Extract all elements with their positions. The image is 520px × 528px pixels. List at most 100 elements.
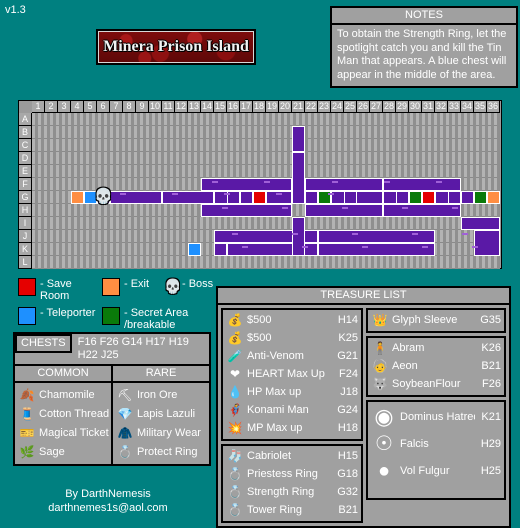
map-room[interactable]: [461, 191, 474, 204]
map-col-11: 11: [162, 101, 175, 113]
table-row: ❤ HEART Max Up F24: [223, 365, 361, 383]
table-row: ◉ Dominus Hatred K21: [368, 403, 504, 430]
map-room[interactable]: [383, 204, 461, 217]
item-name: Lapis Lazuli: [137, 407, 196, 420]
money-bag-icon: 💰: [227, 312, 243, 327]
map-room[interactable]: [71, 191, 84, 204]
treasure-location: K26: [481, 342, 501, 354]
map-room[interactable]: [448, 191, 461, 204]
page-title: Minera Prison Island: [103, 38, 249, 55]
heart-max-icon: ❤: [229, 366, 241, 381]
map-room-marker: [232, 233, 238, 235]
treasure-right-column: 👑 Glyph Sleeve G35 🧍 Abram K26 🧓 Aeon B21 🐺 Soy…: [366, 308, 506, 523]
cabriolet-icon: 🧦: [227, 448, 243, 463]
map-room[interactable]: [201, 204, 292, 217]
map-col-26: 26: [357, 101, 370, 113]
item-name: Chamomile: [39, 388, 95, 401]
map-panel[interactable]: 1 2 3 4 5 6 7 8 9 10 11 12 13 14 15 16 17 18 19 20 21 22 23 24 2…: [18, 100, 502, 269]
treasure-name: Aeon: [392, 360, 418, 372]
treasure-name: Anti-Venom: [247, 350, 304, 362]
map-room-marker: [224, 193, 230, 195]
map-room-marker: [120, 193, 126, 195]
map-grid[interactable]: 💀: [32, 113, 500, 269]
money-bag-icon: 💰: [227, 330, 243, 345]
map-room[interactable]: [383, 178, 461, 191]
treasure-location: J18: [340, 386, 358, 398]
common-drop-list: 🍂 Chamomile 🧵 Cotton Thread 🎫 Magical Ticke…: [15, 383, 113, 464]
treasure-group: 👑 Glyph Sleeve G35: [366, 308, 506, 333]
map-room-marker: [452, 207, 458, 209]
map-row-L: L: [19, 256, 32, 269]
treasure-name: Abram: [392, 342, 425, 354]
map-col-29: 29: [396, 101, 409, 113]
map-col-1: 1: [32, 101, 45, 113]
falcis-icon: ☉: [375, 432, 393, 455]
map-room[interactable]: [318, 230, 435, 243]
map-room[interactable]: [487, 191, 500, 204]
map-room[interactable]: [409, 191, 422, 204]
notes-panel: NOTES To obtain the Strength Ring, let t…: [330, 6, 518, 88]
legend-item-boss: 💀 - Boss: [164, 278, 213, 294]
map-room[interactable]: [188, 243, 201, 256]
map-room-marker: [462, 233, 468, 235]
map-room[interactable]: [344, 191, 357, 204]
map-room[interactable]: [305, 191, 318, 204]
rare-drop-list: ⛏ Iron Ore 💎 Lapis Lazuli 🧥 Military Wear 💍…: [113, 383, 209, 464]
title-plate: Minera Prison Island: [96, 29, 256, 65]
map-room-marker: [328, 193, 334, 195]
map-room[interactable]: [474, 191, 487, 204]
map-col-5: 5: [84, 101, 97, 113]
item-name: Cotton Thread: [39, 407, 110, 420]
map-room[interactable]: [422, 191, 435, 204]
map-room[interactable]: [396, 191, 409, 204]
version-label: v1.3: [5, 4, 26, 16]
table-row: 💍 Tower Ring B21: [223, 501, 361, 519]
map-room-marker: [276, 193, 282, 195]
aeon-icon: 🧓: [372, 358, 388, 373]
table-row: 💧 HP Max up J18: [223, 383, 361, 401]
item-name: Military Wear: [137, 426, 201, 439]
exit-swatch: [102, 278, 120, 296]
konami-man-icon: 🦸: [227, 402, 243, 417]
map-room-marker: [222, 207, 228, 209]
map-col-12: 12: [175, 101, 188, 113]
legend-label: - Boss: [182, 278, 214, 290]
map-room-marker: [302, 246, 308, 248]
map-room[interactable]: [162, 191, 214, 204]
map-room[interactable]: [292, 217, 305, 256]
map-room[interactable]: [292, 152, 305, 204]
map-col-4: 4: [71, 101, 84, 113]
treasure-group: 🧍 Abram K26 🧓 Aeon B21 🐺 SoybeanFlour F26: [366, 336, 506, 397]
legend-item-teleporter: - Teleporter: [18, 307, 102, 325]
map-room[interactable]: [253, 191, 266, 204]
map-room-marker: [292, 233, 298, 235]
item-name: Sage: [39, 445, 65, 458]
treasure-group: 💰 $500 H14 💰 $500 K25 🧪 Anti-Venom G21 ❤ HEART …: [221, 308, 363, 441]
treasure-name: Priestess Ring: [247, 468, 318, 480]
map-room-marker: [352, 233, 358, 235]
credits: By DarthNemesis darthnemes1s@aol.com: [8, 487, 208, 515]
map-row-H: H: [19, 204, 32, 217]
map-room[interactable]: [201, 178, 292, 191]
map-room[interactable]: [474, 230, 500, 256]
strength-ring-icon: 💍: [227, 484, 243, 499]
map-row-G: G: [19, 191, 32, 204]
treasure-location: H14: [337, 314, 358, 326]
map-room[interactable]: [292, 126, 305, 152]
map-room[interactable]: [305, 204, 383, 217]
treasure-location: G18: [337, 468, 358, 480]
table-row: ● Vol Fulgur H25: [368, 457, 504, 484]
map-col-34: 34: [461, 101, 474, 113]
map-room[interactable]: [305, 178, 383, 191]
treasure-location: G24: [337, 404, 358, 416]
map-room[interactable]: [214, 243, 227, 256]
map-col-35: 35: [474, 101, 487, 113]
map-room[interactable]: [318, 243, 435, 256]
table-row: 🐺 SoybeanFlour F26: [368, 375, 504, 393]
treasure-name: HEART Max Up: [247, 368, 325, 380]
map-room[interactable]: [461, 217, 500, 230]
map-room[interactable]: [110, 191, 162, 204]
map-room-marker: [342, 207, 348, 209]
map-room[interactable]: [240, 191, 253, 204]
map-room[interactable]: [331, 191, 383, 204]
